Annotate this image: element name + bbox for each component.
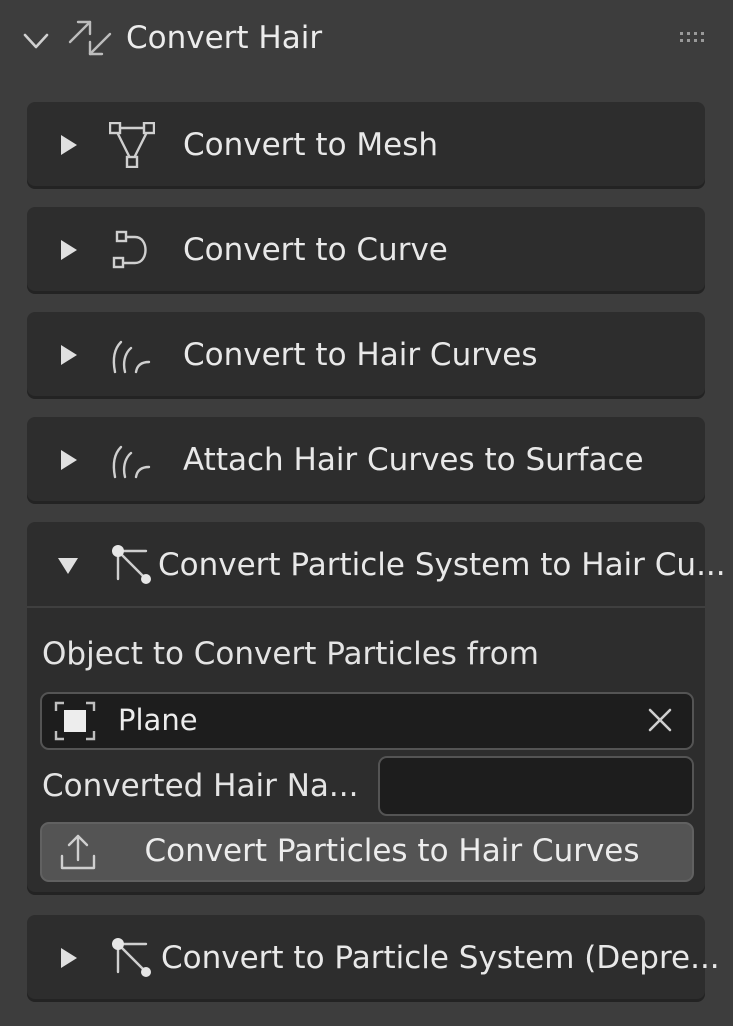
object-value: Plane	[118, 703, 198, 737]
panel-convert-particle-system[interactable]: Convert Particle System to Hair Cu... Ob…	[27, 522, 726, 892]
object-icon	[54, 701, 96, 741]
panel-convert-to-curve[interactable]: Convert to Curve	[27, 207, 705, 291]
panel-convert-to-mesh[interactable]: Convert to Mesh	[27, 102, 705, 186]
panel-convert-to-hair-curves[interactable]: Convert to Hair Curves	[27, 312, 705, 396]
arrows-convert-icon	[68, 20, 112, 56]
hair-curves-icon	[112, 445, 151, 479]
chevron-down-icon[interactable]	[22, 27, 50, 55]
drag-grip-icon[interactable]	[678, 30, 710, 44]
collapse-arrow-icon[interactable]	[56, 557, 80, 575]
expand-arrow-icon[interactable]	[60, 135, 78, 155]
expand-arrow-icon[interactable]	[60, 948, 78, 968]
panel-label: Attach Hair Curves to Surface	[183, 442, 644, 478]
mesh-icon	[109, 122, 155, 168]
expand-arrow-icon[interactable]	[60, 240, 78, 260]
hair-name-label: Converted Hair Na...	[42, 768, 359, 804]
hair-name-input[interactable]	[378, 756, 694, 816]
panel-attach-hair-curves[interactable]: Attach Hair Curves to Surface	[27, 417, 705, 501]
expand-arrow-icon[interactable]	[60, 450, 78, 470]
expand-arrow-icon[interactable]	[60, 345, 78, 365]
section-title: Convert Hair	[126, 20, 323, 56]
clear-icon[interactable]	[645, 705, 675, 735]
curve-icon	[112, 230, 147, 269]
panel-label: Convert to Particle System (Depre...	[161, 940, 720, 976]
object-selector[interactable]: Plane	[40, 692, 694, 750]
hair-curves-icon	[112, 340, 151, 374]
convert-button-label: Convert Particles to Hair Curves	[144, 833, 640, 869]
particles-icon	[112, 545, 151, 584]
panel-label: Convert to Curve	[183, 232, 448, 268]
panel-convert-to-particle-system[interactable]: Convert to Particle System (Depre...	[27, 915, 720, 999]
convert-particles-button[interactable]: Convert Particles to Hair Curves	[40, 822, 694, 882]
object-field-label: Object to Convert Particles from	[42, 636, 539, 672]
section-header-convert-hair[interactable]: Convert Hair	[0, 0, 733, 80]
particles-icon	[112, 938, 151, 977]
panel-label: Convert Particle System to Hair Cu...	[158, 547, 726, 583]
panel-label: Convert to Hair Curves	[183, 337, 538, 373]
panel-label: Convert to Mesh	[183, 127, 439, 163]
